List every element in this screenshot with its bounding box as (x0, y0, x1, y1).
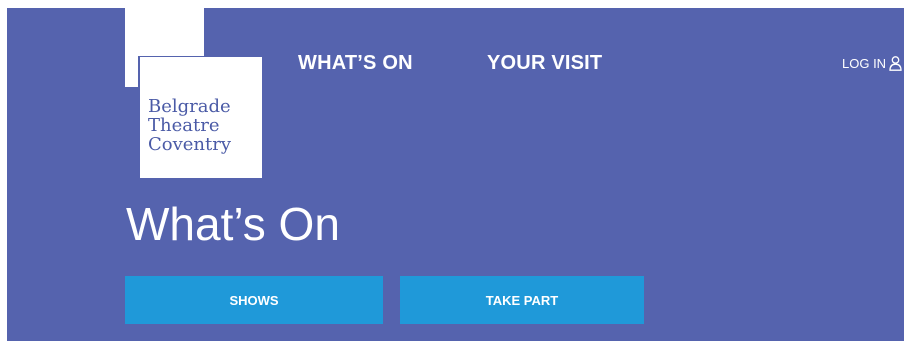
logo-line-3: Coventry (148, 134, 232, 155)
nav-item-your-visit[interactable]: YOUR VISIT (487, 52, 602, 75)
logo-block-top (125, 8, 204, 56)
tab-take-part[interactable]: TAKE PART (400, 276, 644, 324)
login-link[interactable]: LOG IN (842, 56, 902, 71)
logo-line-1: Belgrade (148, 96, 231, 117)
user-icon (889, 56, 902, 71)
login-label: LOG IN (842, 56, 887, 71)
logo-line-2: Theatre (148, 115, 220, 136)
page-title: What’s On (126, 198, 340, 250)
tab-take-part-label: TAKE PART (485, 292, 559, 308)
site-header: Belgrade Theatre Coventry WHAT’S ON YOUR… (7, 8, 904, 341)
logo-block-left (125, 56, 138, 87)
tab-shows[interactable]: SHOWS (125, 276, 383, 324)
nav-item-whats-on[interactable]: WHAT’S ON (298, 52, 413, 75)
logo-wordmark: Belgrade Theatre Coventry (148, 97, 258, 154)
tab-shows-label: SHOWS (229, 292, 279, 308)
